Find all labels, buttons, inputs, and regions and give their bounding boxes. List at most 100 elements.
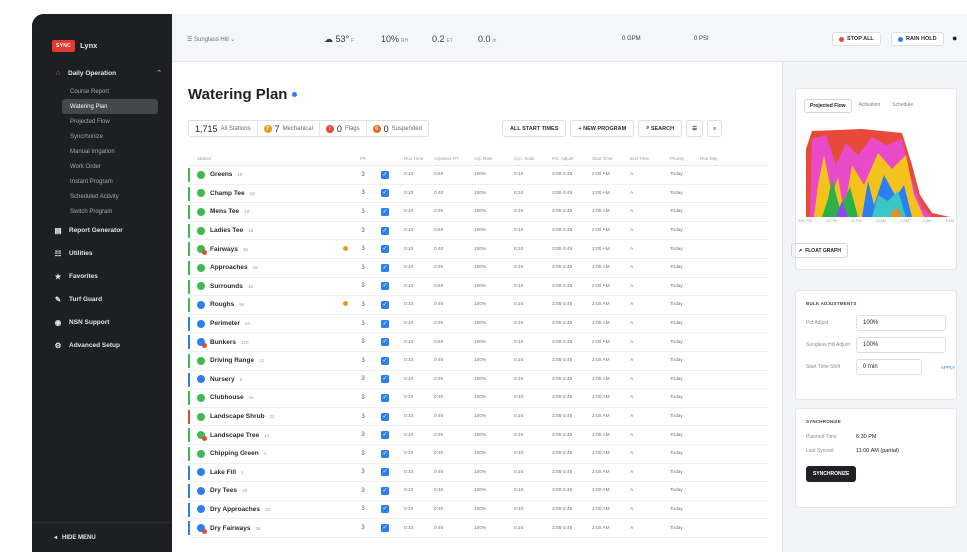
sidebar-item-favorites[interactable]: ★ Favorites — [32, 265, 172, 288]
table-cell[interactable]: 0:40 — [434, 507, 474, 512]
table-cell[interactable]: 2:00 AM — [592, 377, 630, 382]
table-cell[interactable]: 3:00-3:45 — [552, 284, 592, 289]
table-cell[interactable]: 0:10 — [514, 191, 552, 196]
table-cell[interactable]: 100% — [474, 414, 514, 419]
table-row[interactable]: Landscape Shrub 22 3 ✓ 0:10 0:40 100% 0:10 3:00-… — [188, 408, 768, 427]
table-cell[interactable]: 3:00-3:45 — [552, 265, 592, 270]
table-cell[interactable]: 0:10 — [396, 414, 434, 419]
notification-icon[interactable]: ● — [952, 33, 957, 43]
table-cell[interactable]: 0:40 — [434, 470, 474, 475]
table-cell[interactable]: 100% — [474, 265, 514, 270]
enabled-checkbox[interactable]: ✓ — [374, 356, 396, 365]
table-cell[interactable]: 100% — [474, 470, 514, 475]
table-cell[interactable]: A — [630, 340, 670, 345]
table-cell[interactable]: 0:10 — [396, 247, 434, 252]
enabled-checkbox[interactable]: ✓ — [374, 170, 396, 179]
table-cell[interactable]: 0:40 — [434, 377, 474, 382]
table-cell[interactable]: 3:00-3:45 — [552, 470, 592, 475]
table-cell[interactable]: 2:00 AM — [592, 488, 630, 493]
table-cell[interactable]: Today — [670, 470, 700, 475]
table-cell[interactable]: 3:00-3:45 — [552, 414, 592, 419]
table-cell[interactable]: A — [630, 247, 670, 252]
sidebar-item-nsn-support[interactable]: ◉ NSN Support — [32, 311, 172, 334]
column-header[interactable]: PR — [352, 156, 374, 161]
new-program-button[interactable]: + NEW PROGRAM — [570, 120, 635, 137]
tab-projected-flow[interactable]: Projected Flow — [804, 99, 852, 113]
column-header[interactable]: Start Time — [592, 156, 630, 161]
table-row[interactable]: Bunkers 120 3 ✓ 0:10 0:40 100% 0:10 3:00-3:45 2:0… — [188, 333, 768, 352]
enabled-checkbox[interactable]: ✓ — [374, 207, 396, 216]
table-cell[interactable]: 0:10 — [514, 451, 552, 456]
table-cell[interactable]: 0:10 — [396, 358, 434, 363]
enabled-checkbox[interactable]: ✓ — [374, 486, 396, 495]
station-name-cell[interactable]: Nursery 8 — [188, 375, 338, 384]
table-cell[interactable]: 2:00 AM — [592, 414, 630, 419]
sidebar-item-course-report[interactable]: Course Report — [32, 84, 172, 99]
column-header[interactable]: Adj. Rate — [474, 156, 514, 161]
table-cell[interactable]: A — [630, 191, 670, 196]
column-header[interactable]: Cyc. Soak — [514, 156, 552, 161]
table-cell[interactable]: 100% — [474, 358, 514, 363]
station-name-cell[interactable]: Surrounds 18 — [188, 282, 338, 291]
table-cell[interactable]: 2:00 AM — [592, 284, 630, 289]
table-cell[interactable]: Today — [670, 507, 700, 512]
table-cell[interactable]: 0:40 — [434, 340, 474, 345]
station-name-cell[interactable]: Perimeter 24 — [188, 319, 338, 328]
enabled-checkbox[interactable]: ✓ — [374, 393, 396, 402]
table-cell[interactable]: 100% — [474, 395, 514, 400]
table-row[interactable]: Approaches 18 3 ✓ 0:10 0:40 100% 0:10 3:00-3:45 2… — [188, 259, 768, 278]
station-name-cell[interactable]: Mens Tee 18 — [188, 207, 338, 216]
table-cell[interactable]: A — [630, 507, 670, 512]
table-cell[interactable]: A — [630, 526, 670, 531]
bulk-input[interactable]: 0 min APPLY — [856, 359, 955, 375]
table-cell[interactable]: Today — [670, 433, 700, 438]
stat-flags[interactable]: ! 0 Flags — [320, 121, 367, 136]
table-cell[interactable]: 0:10 — [514, 470, 552, 475]
table-cell[interactable]: A — [630, 488, 670, 493]
stat-suspended[interactable]: 0 0 Suspended — [367, 121, 428, 136]
table-cell[interactable]: 100% — [474, 321, 514, 326]
enabled-checkbox[interactable]: ✓ — [374, 226, 396, 235]
table-row[interactable]: Roughs 54 3 ✓ 0:10 0:40 100% 0:10 3:00-3:45 2:00 … — [188, 296, 768, 315]
table-cell[interactable]: 0:10 — [514, 507, 552, 512]
table-cell[interactable]: 100% — [474, 340, 514, 345]
table-cell[interactable]: 0:40 — [434, 488, 474, 493]
search-button[interactable]: ⌕ SEARCH — [638, 120, 683, 137]
table-cell[interactable]: A — [630, 433, 670, 438]
table-cell[interactable]: 0:10 — [396, 451, 434, 456]
table-cell[interactable]: 2:00 AM — [592, 451, 630, 456]
app-logo[interactable]: SYNC Lynx — [32, 14, 172, 58]
table-cell[interactable]: 3:00-3:45 — [552, 488, 592, 493]
table-cell[interactable]: Today — [670, 228, 700, 233]
bulk-input[interactable]: 100% — [856, 337, 946, 353]
rain-hold-button[interactable]: RAIN HOLD — [891, 32, 944, 46]
column-header[interactable]: Pct. Adjust — [552, 156, 592, 161]
table-cell[interactable]: 2:00 AM — [592, 340, 630, 345]
table-cell[interactable]: 2:00 AM — [592, 395, 630, 400]
table-cell[interactable]: 3:00-3:45 — [552, 209, 592, 214]
table-cell[interactable]: 100% — [474, 507, 514, 512]
table-cell[interactable]: 100% — [474, 451, 514, 456]
table-cell[interactable]: A — [630, 321, 670, 326]
table-cell[interactable]: 0:40 — [434, 433, 474, 438]
table-cell[interactable]: A — [630, 302, 670, 307]
sidebar-item-advanced-setup[interactable]: ⚙ Advanced Setup — [32, 334, 172, 357]
station-name-cell[interactable]: Bunkers 120 — [188, 338, 338, 349]
table-cell[interactable]: 0:40 — [434, 302, 474, 307]
sidebar-item-work-order[interactable]: Work Order — [32, 159, 172, 174]
table-cell[interactable]: 0:10 — [396, 209, 434, 214]
station-name-cell[interactable]: Dry Fairways 36 — [188, 524, 338, 535]
station-selector[interactable]: ☰ Sunglass Hill ⌄ — [187, 36, 235, 43]
table-cell[interactable]: 3:00-3:45 — [552, 377, 592, 382]
table-cell[interactable]: A — [630, 451, 670, 456]
table-cell[interactable]: 0:40 — [434, 526, 474, 531]
table-cell[interactable]: Today — [670, 302, 700, 307]
table-cell[interactable]: 0:10 — [396, 377, 434, 382]
table-cell[interactable]: 0:10 — [396, 340, 434, 345]
table-cell[interactable]: 3:00-3:45 — [552, 340, 592, 345]
sidebar-item-watering-plan[interactable]: Watering Plan — [62, 99, 158, 114]
table-cell[interactable]: 3:00-3:45 — [552, 395, 592, 400]
table-cell[interactable]: 2:00 AM — [592, 228, 630, 233]
table-cell[interactable]: A — [630, 284, 670, 289]
sidebar-item-instant-program[interactable]: Instant Program — [32, 174, 172, 189]
